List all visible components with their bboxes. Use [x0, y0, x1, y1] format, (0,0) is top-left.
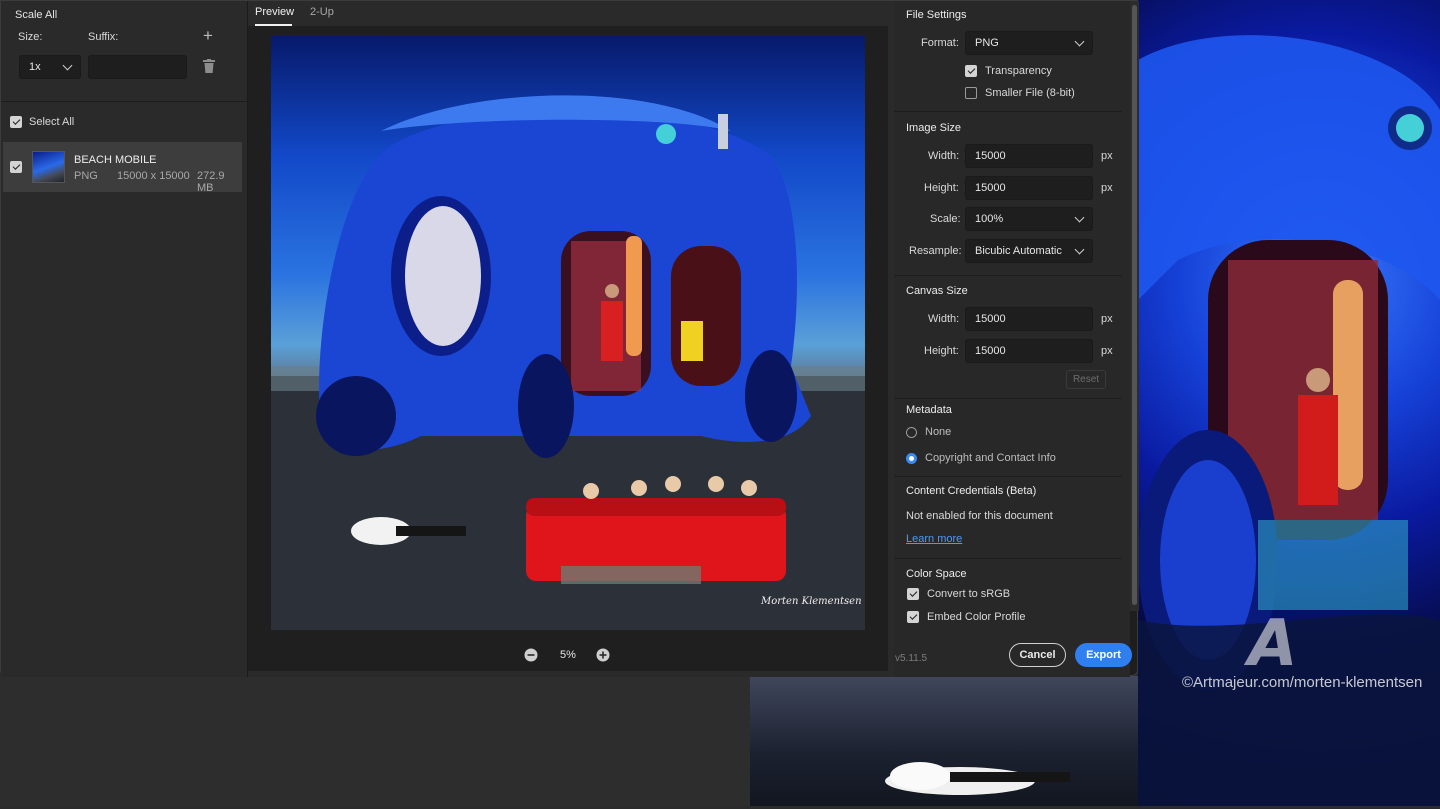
canvas-height-unit: px [1101, 345, 1113, 357]
convert-srgb-option[interactable]: Convert to sRGB [907, 588, 1010, 600]
size-select-value: 1x [29, 61, 41, 73]
transparency-label: Transparency [985, 65, 1052, 77]
metadata-none-option[interactable]: None [906, 426, 951, 438]
zoom-out-icon[interactable] [524, 648, 538, 665]
convert-srgb-label: Convert to sRGB [927, 588, 1011, 600]
color-space-heading: Color Space [906, 568, 967, 580]
zoom-level: 5% [560, 649, 576, 661]
divider [894, 398, 1122, 399]
content-credentials-heading: Content Credentials (Beta) [906, 485, 1037, 497]
size-select[interactable]: 1x [19, 55, 81, 79]
export-dialog: Scale All Size: Suffix: + 1x Select All … [0, 0, 1139, 677]
divider [894, 111, 1122, 112]
asset-row[interactable]: BEACH MOBILE PNG 15000 x 15000 272.9 MB [3, 142, 242, 194]
chevron-down-icon [1074, 36, 1085, 46]
select-all-row[interactable]: Select All [10, 116, 74, 128]
embed-profile-checkbox[interactable] [907, 611, 919, 623]
scale-label: Scale: [930, 213, 961, 225]
export-button[interactable]: Export [1075, 643, 1132, 667]
cancel-button[interactable]: Cancel [1009, 643, 1066, 667]
canvas-width-input[interactable]: 15000 [965, 307, 1093, 331]
smaller-file-option[interactable]: Smaller File (8-bit) [965, 87, 1075, 99]
size-label: Size: [18, 31, 43, 43]
canvas-height-input[interactable]: 15000 [965, 339, 1093, 363]
metadata-copyright-label: Copyright and Contact Info [925, 452, 1056, 464]
divider [894, 275, 1122, 276]
chevron-down-icon [62, 60, 73, 70]
settings-scrollbar[interactable] [1130, 1, 1139, 611]
learn-more-link[interactable]: Learn more [906, 533, 962, 545]
image-height-label: Height: [924, 182, 959, 194]
scale-select-value: 100% [975, 213, 1004, 225]
format-label: Format: [921, 37, 959, 49]
divider [894, 558, 1122, 559]
embed-profile-label: Embed Color Profile [927, 611, 1026, 623]
desktop-background [0, 676, 750, 806]
image-width-input[interactable]: 15000 [965, 144, 1093, 168]
asset-filesize: 272.9 MB [197, 170, 225, 194]
smaller-file-label: Smaller File (8-bit) [985, 87, 1075, 99]
canvas-height-label: Height: [924, 345, 959, 357]
metadata-copyright-radio[interactable] [906, 452, 917, 464]
embed-profile-option[interactable]: Embed Color Profile [907, 611, 1025, 623]
metadata-copyright-option[interactable]: Copyright and Contact Info [906, 452, 1056, 464]
asset-dimensions: 15000 x 15000 [117, 170, 190, 182]
resample-label: Resample: [909, 245, 962, 257]
divider [894, 476, 1122, 477]
trash-icon[interactable] [203, 59, 215, 76]
transparency-checkbox[interactable] [965, 65, 977, 77]
watermark-text: ©Artmajeur.com/morten-klementsen [1182, 674, 1423, 691]
canvas-width-label: Width: [928, 313, 960, 325]
asset-thumbnail [32, 151, 65, 183]
version-label: v5.11.5 [895, 653, 928, 664]
resample-select[interactable]: Bicubic Automatic [965, 239, 1093, 263]
assets-panel: Scale All Size: Suffix: + 1x Select All … [1, 1, 248, 677]
tab-2-up[interactable]: 2-Up [310, 6, 334, 18]
convert-srgb-checkbox[interactable] [907, 588, 919, 600]
smaller-file-checkbox[interactable] [965, 87, 977, 99]
file-settings-heading: File Settings [906, 9, 967, 21]
preview-image-art [271, 95, 865, 630]
scrollbar-thumb[interactable] [1132, 5, 1137, 605]
image-size-heading: Image Size [906, 122, 962, 134]
select-all-label: Select All [29, 116, 75, 128]
canvas-size-heading: Canvas Size [906, 285, 968, 297]
metadata-none-radio[interactable] [906, 426, 917, 438]
scale-all-heading: Scale All [15, 9, 58, 21]
image-height-unit: px [1101, 182, 1113, 194]
image-width-unit: px [1101, 150, 1113, 162]
transparency-option[interactable]: Transparency [965, 65, 1052, 77]
metadata-heading: Metadata [906, 404, 952, 416]
asset-format: PNG [74, 170, 98, 182]
metadata-none-label: None [925, 426, 952, 438]
divider [1, 101, 248, 102]
artist-signature: Morten Klementsen [761, 596, 862, 607]
content-credentials-status: Not enabled for this document [906, 510, 1053, 522]
asset-checkbox[interactable] [10, 161, 22, 173]
image-height-input[interactable]: 15000 [965, 176, 1093, 200]
suffix-label: Suffix: [88, 31, 119, 43]
tab-preview[interactable]: Preview [255, 6, 294, 18]
select-all-checkbox[interactable] [10, 116, 22, 128]
scale-select[interactable]: 100% [965, 207, 1093, 231]
chevron-down-icon [1074, 212, 1085, 222]
canvas-width-unit: px [1101, 313, 1113, 325]
chevron-down-icon [1074, 244, 1085, 254]
preview-image: Morten Klementsen [271, 36, 865, 630]
resample-select-value: Bicubic Automatic [975, 245, 1062, 257]
suffix-input[interactable] [88, 55, 187, 79]
svg-text:A: A [1243, 607, 1298, 681]
add-scale-icon[interactable]: + [203, 26, 213, 46]
zoom-in-icon[interactable] [596, 648, 610, 665]
format-select-value: PNG [975, 37, 999, 49]
format-select[interactable]: PNG [965, 31, 1093, 55]
reset-button[interactable]: Reset [1066, 370, 1106, 389]
image-width-label: Width: [928, 150, 960, 162]
asset-name: BEACH MOBILE [74, 154, 157, 166]
